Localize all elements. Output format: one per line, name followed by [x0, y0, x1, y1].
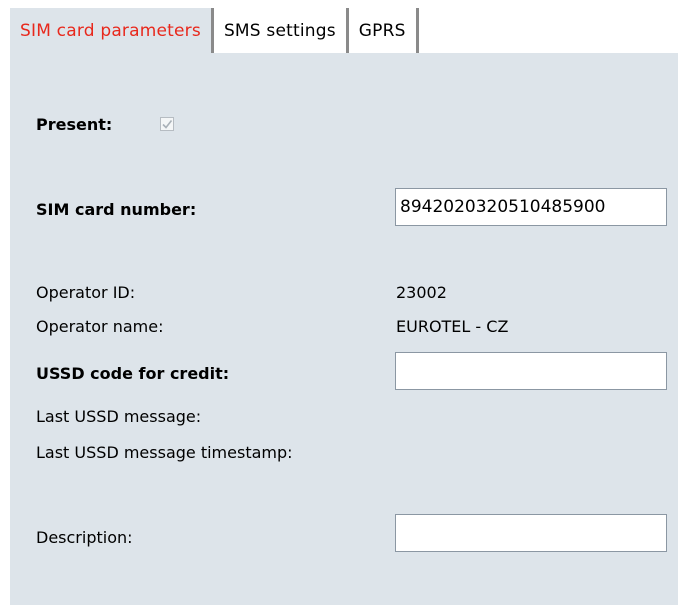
tab-sms-settings[interactable]: SMS settings [213, 8, 349, 53]
last-ussd-timestamp-label: Last USSD message timestamp: [36, 443, 293, 462]
description-input[interactable] [395, 514, 667, 552]
operator-name-label: Operator name: [36, 317, 164, 336]
operator-id-label: Operator ID: [36, 283, 136, 302]
tab-label: SIM card parameters [20, 20, 201, 41]
tab-label: SMS settings [223, 20, 336, 41]
sim-card-number-label: SIM card number: [36, 200, 197, 219]
tab-gprs[interactable]: GPRS [348, 8, 419, 53]
tab-label: GPRS [358, 20, 406, 41]
ussd-code-label: USSD code for credit: [36, 364, 230, 383]
ussd-code-input[interactable] [395, 352, 667, 390]
sim-card-parameters-panel: Present: SIM card number: Operator ID: 2… [10, 53, 678, 605]
operator-id-value: 23002 [396, 283, 447, 302]
sim-card-number-input[interactable] [395, 188, 667, 226]
present-label: Present: [36, 115, 113, 134]
operator-name-value: EUROTEL - CZ [396, 317, 509, 336]
tab-sim-card-parameters[interactable]: SIM card parameters [10, 8, 214, 53]
tab-bar: SIM card parameters SMS settings GPRS [10, 8, 419, 53]
description-label: Description: [36, 528, 133, 547]
checkmark-icon [162, 120, 173, 129]
present-checkbox[interactable] [160, 117, 174, 131]
last-ussd-message-label: Last USSD message: [36, 407, 202, 426]
